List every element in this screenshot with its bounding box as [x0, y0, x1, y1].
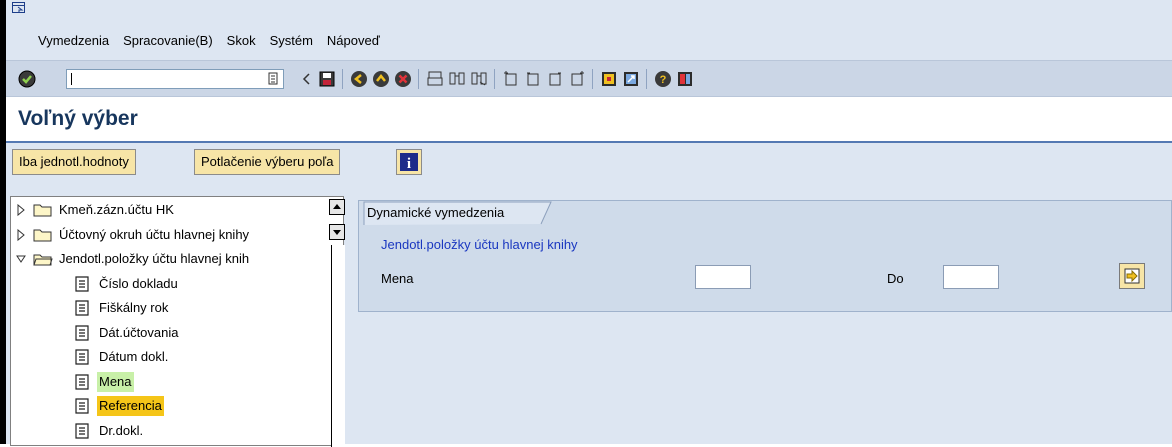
tree-field-item[interactable]: Dátum dokl. — [11, 347, 327, 367]
menu-bar: Vymedzenia Spracovanie(B) Skok Systém Ná… — [6, 0, 1172, 60]
print-icon[interactable] — [426, 70, 444, 88]
info-button[interactable]: i — [396, 149, 422, 175]
folder-icon — [33, 204, 52, 217]
tree-node[interactable]: Účtovný okruh účtu hlavnej knihy — [11, 225, 327, 245]
tree-field-label: Dátum dokl. — [99, 349, 169, 364]
application-toolbar: Iba jednotl.hodnoty Potlačenie výberu po… — [6, 143, 1172, 186]
toolbar-separator — [592, 69, 593, 89]
exit-icon[interactable] — [372, 70, 390, 88]
menu-vymedzenia[interactable]: Vymedzenia — [38, 33, 109, 48]
tree-field-label: Dr.dokl. — [99, 422, 144, 438]
content-area: Kmeň.zázn.účtu HK Účtovný okruh účtu hlav… — [6, 186, 1172, 447]
command-field[interactable] — [66, 69, 284, 89]
toolbar-separator — [494, 69, 495, 89]
tree-node[interactable]: Jendotl.položky účtu hlavnej knih — [11, 249, 327, 269]
tree-node-label: Účtovný okruh účtu hlavnej knihy — [59, 226, 250, 242]
tree-guide-line — [21, 273, 22, 443]
tab-dynamic-selections[interactable]: Dynamické vymedzenia — [365, 201, 526, 225]
prev-page-icon[interactable] — [524, 70, 542, 88]
system-menu-icon[interactable] — [12, 2, 26, 14]
document-icon — [75, 275, 89, 292]
folder-open-icon — [33, 254, 53, 266]
expand-arrow-icon[interactable] — [15, 225, 27, 245]
next-page-icon[interactable] — [546, 70, 564, 88]
tree-field-label: Referencia — [97, 396, 164, 416]
help-icon[interactable]: ? — [654, 70, 672, 88]
tree-field-item[interactable]: Mena — [11, 371, 327, 392]
tree-field-item[interactable]: Dát.účtovania — [11, 323, 327, 343]
tree-field-item[interactable]: Číslo dokladu — [11, 274, 327, 294]
command-caret — [71, 73, 72, 85]
document-icon — [75, 398, 89, 414]
find-icon[interactable] — [448, 70, 466, 88]
tree-field-item[interactable]: Dr.dokl. — [11, 421, 327, 441]
currency-label: Mena — [381, 271, 414, 286]
toolbar-separator — [342, 69, 343, 89]
tree-node-label: Kmeň.zázn.účtu HK — [59, 202, 174, 217]
svg-text:?: ? — [660, 74, 667, 86]
folder-icon — [33, 229, 52, 241]
field-tree: Kmeň.zázn.účtu HK Účtovný okruh účtu hlav… — [10, 196, 345, 447]
scroll-down-icon — [333, 230, 341, 235]
back-icon[interactable] — [298, 70, 316, 88]
tree-field-item[interactable]: Referencia — [11, 396, 327, 416]
tree-node[interactable]: Kmeň.zázn.účtu HK — [11, 200, 327, 220]
page-title: Voľný výber — [18, 107, 138, 130]
tree-field-item[interactable]: Fiškálny rok — [11, 298, 327, 318]
tree-field-label: Mena — [97, 371, 134, 392]
to-label: Do — [887, 271, 904, 286]
single-values-button[interactable]: Iba jednotl.hodnoty — [12, 149, 136, 175]
menu-skok[interactable]: Skok — [227, 33, 256, 48]
document-icon — [75, 349, 89, 365]
back-nav-icon[interactable] — [350, 70, 368, 88]
document-icon — [75, 373, 89, 390]
tree-field-label: Fiškálny rok — [99, 300, 169, 315]
suppress-field-selection-button[interactable]: Potlačenie výberu poľa — [194, 149, 341, 175]
scroll-up-button[interactable] — [329, 199, 345, 215]
document-icon — [75, 300, 89, 316]
dynamic-selections-panel: Dynamické vymedzenia Jendotl.položky účt… — [358, 200, 1172, 312]
command-dropdown-icon[interactable] — [268, 72, 278, 86]
document-icon — [75, 324, 89, 341]
scroll-down-button[interactable] — [329, 224, 345, 240]
menu-system[interactable]: Systém — [270, 33, 313, 48]
last-page-icon[interactable] — [568, 70, 586, 88]
currency-to-input[interactable] — [943, 265, 999, 289]
section-title: Jendotl.položky účtu hlavnej knihy — [381, 237, 578, 252]
layout-icon[interactable] — [676, 70, 694, 88]
toolbar-separator — [646, 69, 647, 89]
info-icon: i — [400, 153, 418, 172]
toolbar-separator — [418, 69, 419, 89]
new-session-icon[interactable] — [600, 70, 618, 88]
expand-arrow-icon[interactable] — [15, 200, 27, 220]
currency-from-input[interactable] — [695, 265, 751, 289]
find-next-icon[interactable] — [470, 70, 488, 88]
tree-field-label: Dát.účtovania — [99, 324, 179, 340]
tree-field-label: Číslo dokladu — [99, 275, 178, 291]
standard-toolbar: ? — [6, 60, 1172, 97]
multiple-selection-button[interactable] — [1119, 263, 1145, 289]
svg-text:i: i — [407, 156, 411, 172]
menu-napoved[interactable]: Nápoveď — [327, 33, 380, 48]
document-icon — [75, 422, 89, 439]
scrollbar-track[interactable] — [331, 245, 345, 447]
scroll-up-icon — [333, 204, 341, 209]
cancel-icon[interactable] — [394, 70, 412, 88]
enter-icon[interactable] — [18, 70, 36, 88]
shortcut-icon[interactable] — [622, 70, 640, 88]
first-page-icon[interactable] — [502, 70, 520, 88]
title-bar: Voľný výber — [6, 97, 1172, 143]
menu-spracovanie[interactable]: Spracovanie(B) — [123, 33, 213, 48]
multiple-selection-icon — [1124, 268, 1140, 284]
collapse-arrow-icon[interactable] — [15, 249, 27, 269]
save-icon[interactable] — [318, 70, 336, 88]
tree-node-label: Jendotl.položky účtu hlavnej knih — [59, 251, 250, 266]
